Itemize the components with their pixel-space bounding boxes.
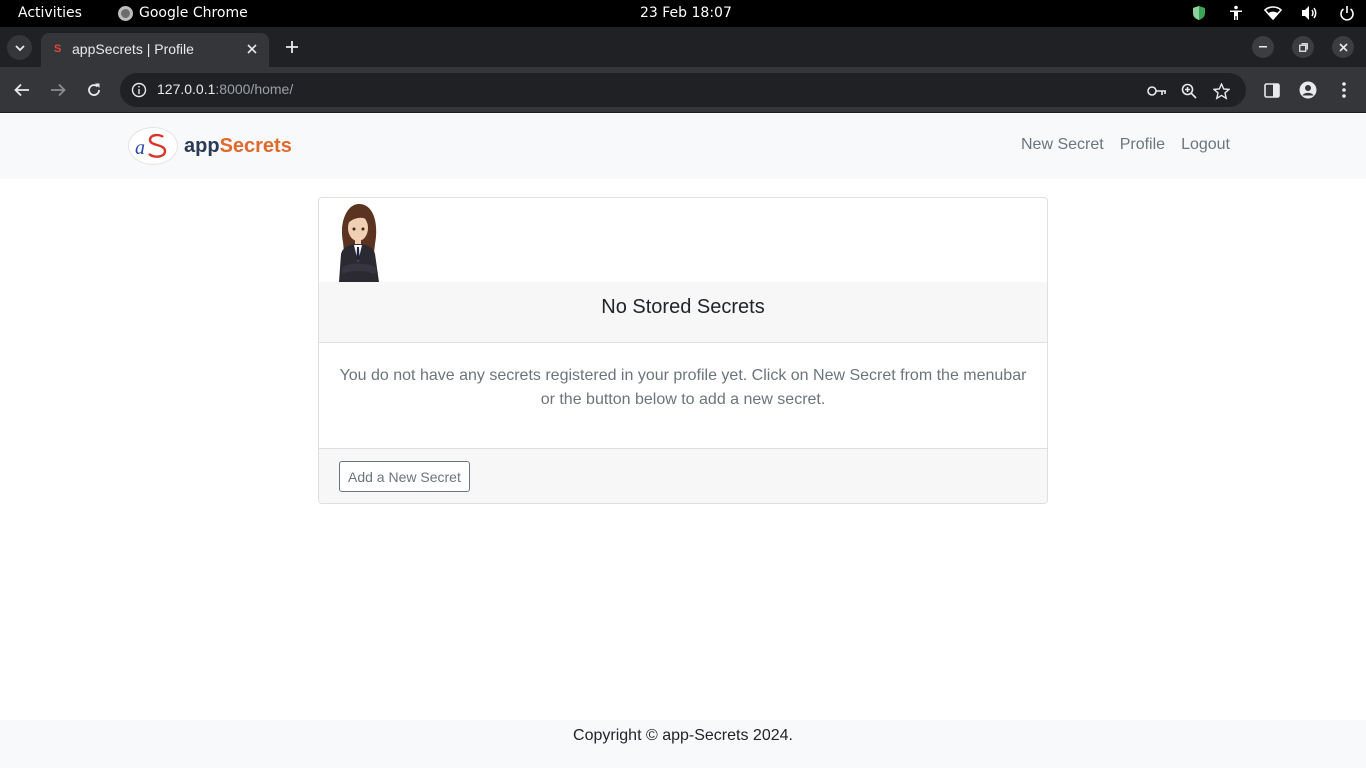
close-icon — [1338, 42, 1348, 52]
close-window-button[interactable] — [1332, 36, 1354, 58]
card-footer: Add a New Secret — [319, 448, 1047, 503]
add-new-secret-button[interactable]: Add a New Secret — [339, 461, 470, 492]
reload-button[interactable] — [82, 78, 106, 102]
minimize-icon — [1259, 46, 1267, 48]
profile-button[interactable] — [1296, 78, 1320, 102]
chrome-icon — [118, 5, 133, 21]
system-top-bar: Activities Google Chrome 23 Feb 18:07 — [0, 0, 1366, 27]
key-icon[interactable] — [1147, 81, 1167, 101]
nav-logout-link[interactable]: Logout — [1181, 136, 1230, 154]
nav-profile-link[interactable]: Profile — [1120, 136, 1165, 154]
minimize-button[interactable] — [1252, 36, 1274, 58]
back-button[interactable] — [10, 78, 34, 102]
side-panel-button[interactable] — [1260, 78, 1284, 102]
brand-name: appSecrets — [184, 135, 292, 158]
secrets-card: No Stored Secrets You do not have any se… — [318, 197, 1048, 504]
activities-button[interactable]: Activities — [18, 5, 82, 21]
browser-menu-button[interactable] — [1332, 78, 1356, 102]
new-tab-button[interactable] — [281, 36, 303, 58]
volume-icon[interactable] — [1301, 4, 1319, 22]
restore-icon — [1298, 42, 1308, 52]
url-host: 127.0.0.1 — [157, 81, 216, 97]
accessibility-icon[interactable] — [1227, 4, 1245, 22]
forward-button[interactable] — [46, 78, 70, 102]
nav-links: New Secret Profile Logout — [1021, 136, 1230, 154]
browser-tab-strip: S appSecrets | Profile — [0, 27, 1366, 67]
side-panel-icon — [1264, 82, 1280, 98]
restore-button[interactable] — [1292, 36, 1314, 58]
app-menu[interactable]: Google Chrome — [118, 5, 248, 21]
wifi-icon[interactable] — [1264, 4, 1282, 22]
address-bar[interactable]: 127.0.0.1:8000/home/ — [120, 73, 1246, 107]
brand-link[interactable]: a appSecrets — [128, 127, 292, 165]
person-icon — [1299, 81, 1317, 99]
tab-title: appSecrets | Profile — [72, 41, 194, 57]
browser-toolbar: 127.0.0.1:8000/home/ — [0, 67, 1366, 113]
power-icon[interactable] — [1338, 4, 1356, 22]
app-name-label: Google Chrome — [139, 5, 248, 21]
system-tray[interactable] — [1190, 4, 1356, 22]
zoom-icon[interactable] — [1179, 81, 1199, 101]
url-path: :8000/home/ — [215, 81, 294, 97]
svg-text:a: a — [135, 137, 145, 159]
plus-icon — [286, 41, 298, 53]
card-message: You do not have any secrets registered i… — [339, 367, 1027, 408]
site-navbar: a appSecrets New Secret Profile Logout — [0, 114, 1366, 179]
bookmark-star-icon[interactable] — [1211, 81, 1231, 101]
brand-logo: a — [128, 127, 178, 165]
nav-new-secret-link[interactable]: New Secret — [1021, 136, 1104, 154]
tab-search-button[interactable] — [7, 35, 32, 60]
arrow-left-icon — [14, 83, 29, 97]
site-favicon-icon: S — [54, 43, 62, 55]
kebab-menu-icon — [1342, 82, 1346, 98]
browser-tab-active[interactable]: S appSecrets | Profile — [41, 33, 269, 67]
chevron-down-icon — [14, 44, 25, 51]
url-text[interactable]: 127.0.0.1:8000/home/ — [157, 81, 293, 97]
user-avatar — [333, 202, 383, 282]
card-title: No Stored Secrets — [319, 282, 1047, 343]
shield-icon[interactable] — [1190, 4, 1208, 22]
copyright-text: Copyright © app-Secrets 2024. — [573, 727, 793, 744]
reload-icon — [88, 83, 100, 96]
page-viewport: a appSecrets New Secret Profile Logout N… — [0, 114, 1366, 768]
clock[interactable]: 23 Feb 18:07 — [640, 5, 732, 21]
brand-name-prefix: app — [184, 134, 220, 157]
arrow-right-icon — [51, 83, 66, 97]
page-footer: Copyright © app-Secrets 2024. — [0, 720, 1366, 768]
site-info-icon[interactable] — [130, 81, 148, 99]
brand-name-accent: Secrets — [219, 134, 292, 157]
tab-close-icon[interactable] — [242, 39, 262, 59]
